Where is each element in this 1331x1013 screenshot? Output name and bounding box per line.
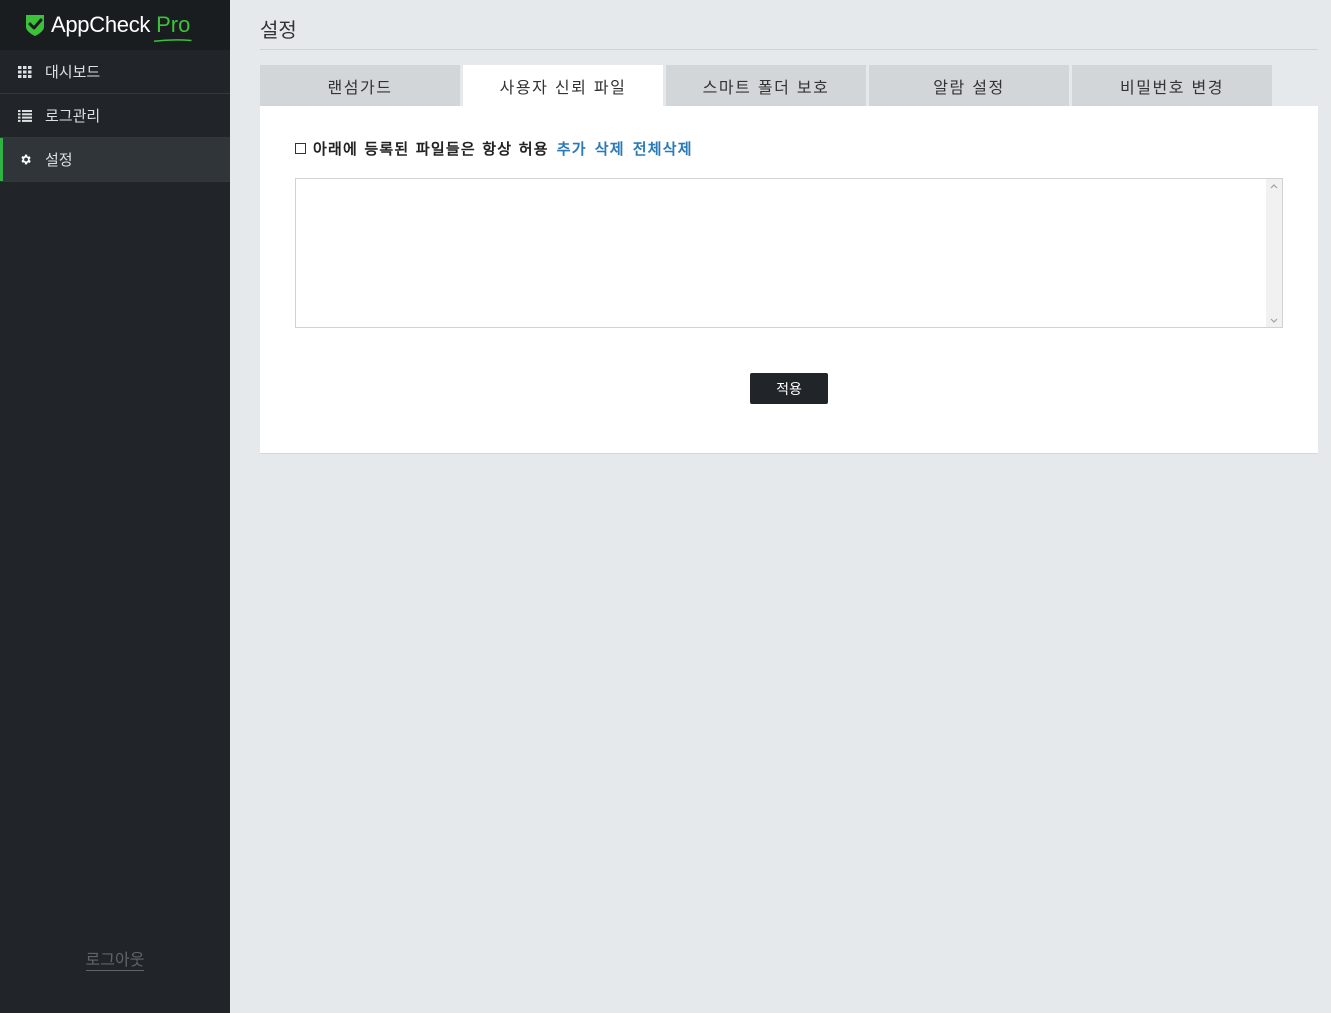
sidebar-item-settings[interactable]: 설정 [0,138,230,182]
shield-check-icon [26,15,44,36]
logout-container: 로그아웃 [0,946,230,971]
logo-underline [154,39,192,42]
sidebar-item-label: 대시보드 [45,63,101,81]
always-allow-checkbox[interactable] [295,143,306,154]
scroll-down-arrow-icon[interactable] [1266,313,1282,327]
scroll-up-arrow-icon[interactable] [1266,179,1282,193]
sidebar: AppCheck Pro 대시보드 로그관리 설정 로그아웃 [0,0,230,1013]
main-content: 설정 랜섬가드 사용자 신뢰 파일 스마트 폴더 보호 알람 설정 비밀번호 변… [260,0,1318,454]
sidebar-item-logs[interactable]: 로그관리 [0,94,230,138]
listbox-scrollbar[interactable] [1266,179,1282,327]
tab-ransomguard[interactable]: 랜섬가드 [260,65,460,106]
tab-alarm-settings[interactable]: 알람 설정 [869,65,1069,106]
grid-icon [18,65,32,79]
app-logo[interactable]: AppCheck Pro [0,0,230,50]
logout-link[interactable]: 로그아웃 [85,950,145,971]
list-icon [18,109,32,123]
logo-text: AppCheck [51,12,151,37]
delete-all-link[interactable]: 전체삭제 [633,138,693,159]
tab-change-password[interactable]: 비밀번호 변경 [1072,65,1272,106]
logo-pro-text: Pro [154,12,192,42]
always-allow-row: 아래에 등록된 파일들은 항상 허용 추가 삭제 전체삭제 [295,138,693,159]
apply-button[interactable]: 적용 [750,373,828,404]
sidebar-item-label: 설정 [45,151,73,169]
delete-link[interactable]: 삭제 [595,138,625,159]
page-title: 설정 [260,0,1318,50]
add-link[interactable]: 추가 [557,138,587,159]
sidebar-item-dashboard[interactable]: 대시보드 [0,50,230,94]
trusted-files-listbox[interactable] [295,178,1283,328]
tab-trusted-files[interactable]: 사용자 신뢰 파일 [463,65,663,106]
settings-tabs: 랜섬가드 사용자 신뢰 파일 스마트 폴더 보호 알람 설정 비밀번호 변경 [260,65,1275,106]
sidebar-item-label: 로그관리 [45,107,101,125]
gear-icon [18,153,32,167]
trusted-files-panel: 아래에 등록된 파일들은 항상 허용 추가 삭제 전체삭제 적용 [260,106,1318,454]
tab-smart-folder-protection[interactable]: 스마트 폴더 보호 [666,65,866,106]
always-allow-label[interactable]: 아래에 등록된 파일들은 항상 허용 [313,138,549,159]
